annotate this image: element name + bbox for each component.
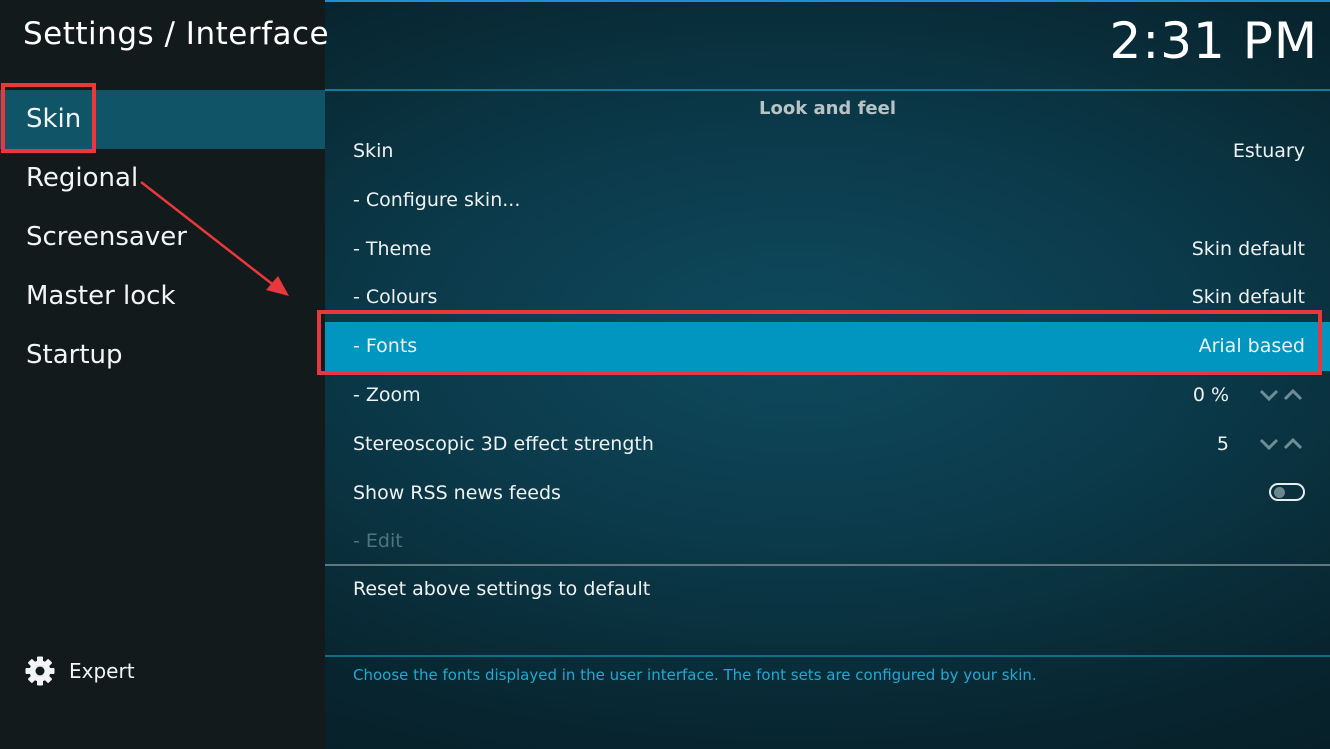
description-divider (325, 655, 1330, 657)
setting-row-stereoscopic-strength[interactable]: Stereoscopic 3D effect strength 5 (325, 420, 1330, 469)
chevron-down-icon (1259, 389, 1279, 402)
sidebar-item-regional[interactable]: Regional (0, 149, 325, 208)
setting-label: Show RSS news feeds (353, 481, 561, 504)
annotation-box-fonts (317, 310, 1322, 375)
sidebar-item-startup[interactable]: Startup (0, 326, 325, 385)
list-top-divider (325, 89, 1330, 91)
setting-value: 0 % (1192, 383, 1229, 406)
annotation-box-skin (1, 83, 96, 153)
toggle-knob (1274, 486, 1285, 498)
setting-row-edit: - Edit (325, 517, 1330, 566)
setting-row-rss-feeds[interactable]: Show RSS news feeds (325, 469, 1330, 518)
setting-description: Choose the fonts displayed in the user i… (353, 666, 1037, 684)
chevron-up-icon (1283, 388, 1303, 401)
reset-divider (325, 564, 1330, 566)
expert-level-button[interactable]: Expert (24, 655, 135, 687)
setting-value: Estuary (1232, 140, 1305, 162)
zoom-spinner[interactable] (1259, 385, 1305, 405)
clock: 2:31 PM (1109, 12, 1318, 70)
kodi-settings-screen: Settings / Interface Skin Regional Scree… (0, 0, 1330, 749)
section-header: Look and feel (759, 98, 896, 119)
sidebar-item-master-lock[interactable]: Master lock (0, 267, 325, 326)
sidebar-item-screensaver[interactable]: Screensaver (0, 208, 325, 267)
expert-label: Expert (69, 659, 135, 683)
setting-label: - Theme (353, 237, 432, 260)
strength-spinner[interactable] (1259, 434, 1305, 454)
rss-toggle[interactable] (1269, 482, 1305, 501)
setting-label: Skin (353, 140, 394, 162)
setting-value: Skin default (1191, 237, 1305, 260)
setting-row-skin[interactable]: Skin Estuary (325, 127, 1330, 176)
setting-label: Stereoscopic 3D effect strength (353, 432, 654, 455)
setting-label: - Configure skin... (353, 188, 521, 211)
setting-row-zoom[interactable]: - Zoom 0 % (325, 371, 1330, 420)
gear-icon (25, 656, 55, 686)
setting-label: - Zoom (353, 383, 421, 406)
setting-row-configure-skin[interactable]: - Configure skin... (325, 176, 1330, 225)
setting-value: 5 (1216, 432, 1229, 455)
chevron-down-icon (1259, 438, 1279, 450)
page-title: Settings / Interface (23, 16, 330, 52)
setting-label: - Edit (353, 530, 403, 553)
reset-settings-button[interactable]: Reset above settings to default (353, 578, 650, 600)
setting-row-theme[interactable]: - Theme Skin default (325, 225, 1330, 274)
chevron-up-icon (1283, 437, 1303, 449)
